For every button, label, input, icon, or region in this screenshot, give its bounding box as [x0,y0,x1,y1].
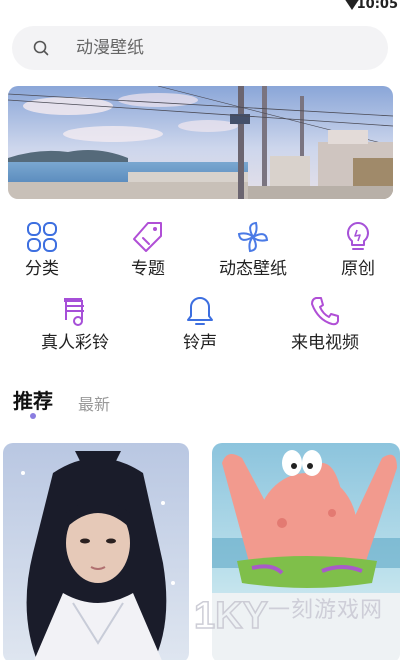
category-label: 分类 [25,259,59,279]
bell-icon [187,297,213,325]
category-label: 原创 [341,259,375,279]
wallpaper-card[interactable] [3,443,189,660]
category-laidian-shipin[interactable]: 来电视频 [270,294,380,354]
tab-recommended[interactable]: 推荐 [13,385,53,414]
tab-latest[interactable]: 最新 [78,391,110,415]
feed-tabs: 推荐 最新 [0,385,400,425]
phone-icon [311,297,339,326]
wallpaper-thumbnail [212,443,400,660]
banner-scene [8,86,393,199]
wallpaper-card[interactable] [212,443,400,660]
active-tab-indicator [30,413,36,419]
category-dongtai-bizhi[interactable]: 动态壁纸 [198,220,308,280]
category-label: 真人彩铃 [41,333,109,353]
category-lingsheng[interactable]: 铃声 [145,294,255,354]
banner-image[interactable] [8,86,393,199]
category-label: 铃声 [183,333,217,353]
pinwheel-icon [237,221,269,253]
category-fenlei[interactable]: 分类 [0,220,97,280]
category-yuanchuang[interactable]: 原创 [303,220,400,280]
tag-icon [133,222,162,252]
category-zhenren-cailing[interactable]: 真人彩铃 [20,294,130,354]
category-label: 专题 [131,259,165,279]
music-note-icon [64,298,84,326]
wallpaper-thumbnail [3,443,189,660]
status-time: 10:05 [356,0,398,12]
category-zhuanti[interactable]: 专题 [93,220,203,280]
lightbulb-icon [347,222,369,250]
grid-icon [27,222,57,252]
search-bar[interactable] [12,26,388,70]
category-label: 来电视频 [291,333,359,353]
category-label: 动态壁纸 [219,259,287,279]
search-input[interactable] [76,26,376,70]
status-bar: 10:05 [0,0,400,14]
search-icon [33,40,49,56]
